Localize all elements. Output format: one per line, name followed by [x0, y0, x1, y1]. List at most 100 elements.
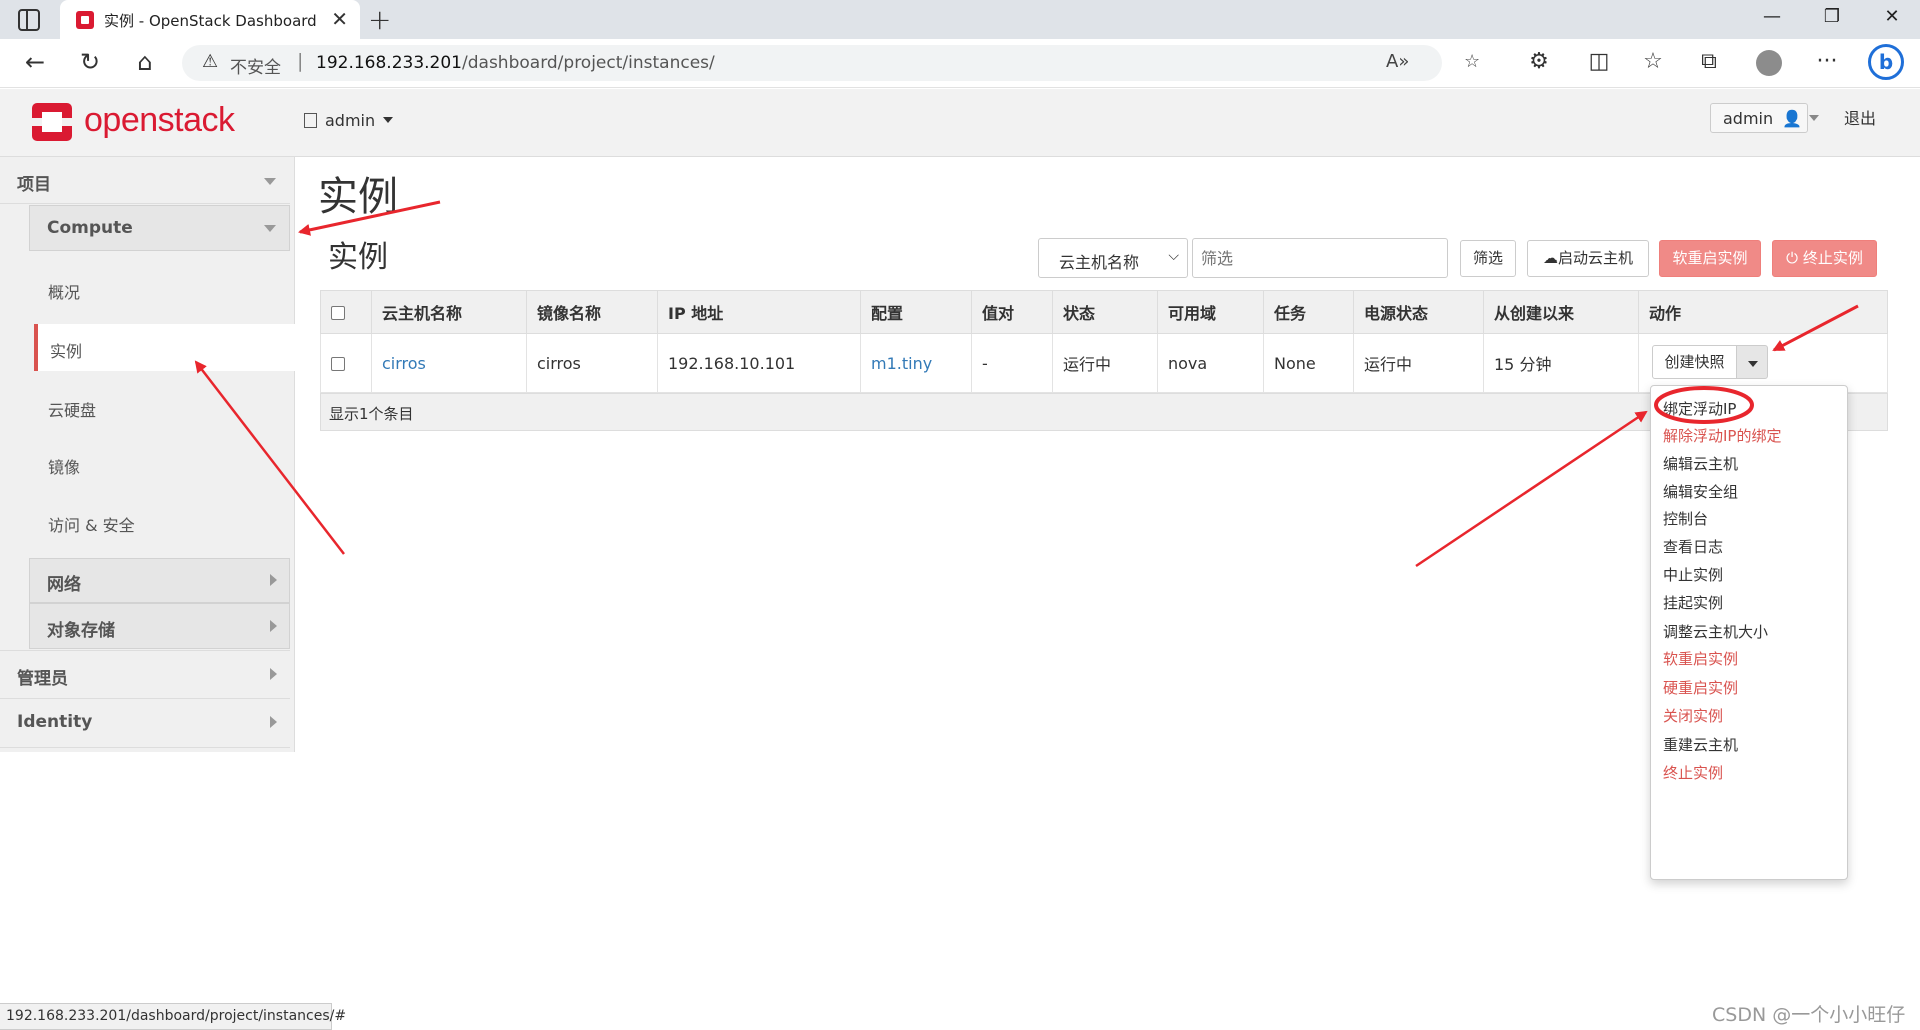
- page-title: 实例: [318, 174, 398, 220]
- sidebar-item-images[interactable]: 镜像: [48, 454, 80, 478]
- openstack-logo-text[interactable]: openstack: [84, 101, 235, 140]
- sidebar-project-label: 项目: [17, 175, 51, 195]
- menu-item-associate-floating-ip[interactable]: 绑定浮动IP: [1663, 398, 1736, 419]
- select-all-cell: [320, 290, 372, 334]
- col-keypair[interactable]: 值对: [971, 290, 1053, 334]
- url-path: /dashboard/project/instances/: [462, 53, 715, 73]
- sidebar-item-access-security[interactable]: 访问 & 安全: [48, 512, 135, 536]
- instance-name-link[interactable]: cirros: [382, 354, 426, 373]
- cell-status: 运行中: [1052, 333, 1158, 393]
- url-separator: |: [297, 50, 304, 72]
- filter-button[interactable]: 筛选: [1460, 240, 1516, 277]
- sidebar-project[interactable]: 项目: [0, 157, 290, 204]
- watermark: CSDN @一个小小旺仔: [1712, 1004, 1906, 1026]
- select-all-checkbox[interactable]: [331, 306, 345, 320]
- create-snapshot-button[interactable]: 创建快照: [1652, 345, 1737, 379]
- launch-instance-button[interactable]: ☁启动云主机: [1527, 240, 1649, 277]
- chevron-right-icon: [270, 668, 277, 680]
- sidebar-object-storage-label: 对象存储: [47, 621, 115, 641]
- col-age[interactable]: 从创建以来: [1483, 290, 1639, 334]
- user-menu[interactable]: admin 👤: [1710, 103, 1820, 133]
- menu-item-edit-instance[interactable]: 编辑云主机: [1663, 453, 1738, 474]
- more-icon[interactable]: ···: [1812, 49, 1842, 74]
- openstack-favicon-icon: [76, 11, 94, 29]
- logout-link[interactable]: 退出: [1844, 105, 1876, 129]
- new-tab-icon[interactable]: +: [368, 3, 391, 36]
- menu-item-soft-reboot[interactable]: 软重启实例: [1663, 648, 1738, 669]
- sidebar-identity[interactable]: Identity: [0, 699, 290, 748]
- sidebar-object-storage[interactable]: 对象存储: [29, 603, 290, 649]
- sidebar-network[interactable]: 网络: [29, 558, 290, 603]
- browser-tab[interactable]: 实例 - OpenStack Dashboard ✕: [60, 0, 360, 39]
- sidebar-item-instances[interactable]: 实例: [50, 338, 82, 362]
- chevron-down-icon: [1748, 361, 1758, 367]
- chevron-down-icon: [264, 178, 276, 185]
- col-image[interactable]: 镜像名称: [526, 290, 658, 334]
- url-text[interactable]: 192.168.233.201/dashboard/project/instan…: [316, 53, 715, 73]
- extensions-icon[interactable]: ⚙: [1524, 49, 1554, 74]
- soft-reboot-button[interactable]: 软重启实例: [1659, 240, 1761, 277]
- actions-dropdown-toggle[interactable]: [1736, 345, 1768, 379]
- cell-ip: 192.168.10.101: [657, 333, 861, 393]
- terminate-label: 终止实例: [1802, 249, 1863, 267]
- cell-power: 运行中: [1353, 333, 1484, 393]
- col-zone[interactable]: 可用域: [1157, 290, 1264, 334]
- col-power[interactable]: 电源状态: [1353, 290, 1484, 334]
- collections-icon[interactable]: ⧉: [1694, 49, 1724, 74]
- user-icon: 👤: [1782, 109, 1803, 128]
- reload-icon[interactable]: ↻: [75, 48, 105, 76]
- menu-item-terminate[interactable]: 终止实例: [1663, 762, 1723, 783]
- sidebar: 项目 Compute 概况 实例 云硬盘 镜像 访问 & 安全 网络 对象存储 …: [0, 157, 296, 752]
- filter-field-select[interactable]: 云主机名称 ⌵: [1038, 238, 1188, 278]
- warning-icon[interactable]: ⚠: [202, 51, 218, 72]
- sidebar-compute-label: Compute: [47, 218, 133, 238]
- col-flavor[interactable]: 配置: [860, 290, 972, 334]
- tab-actions-icon[interactable]: [18, 9, 40, 31]
- close-window-icon[interactable]: ✕: [1872, 6, 1912, 27]
- sidebar-item-volumes[interactable]: 云硬盘: [48, 397, 96, 421]
- cell-task: None: [1263, 333, 1354, 393]
- menu-item-view-log[interactable]: 查看日志: [1663, 536, 1723, 557]
- openstack-logo-icon[interactable]: [30, 101, 74, 143]
- menu-item-pause[interactable]: 中止实例: [1663, 564, 1723, 585]
- col-name[interactable]: 云主机名称: [371, 290, 527, 334]
- sidebar-admin[interactable]: 管理员: [0, 650, 290, 699]
- menu-item-rebuild[interactable]: 重建云主机: [1663, 734, 1738, 755]
- read-aloud-icon[interactable]: A»: [1386, 51, 1409, 72]
- menu-item-hard-reboot[interactable]: 硬重启实例: [1663, 677, 1738, 698]
- sidebar-admin-label: 管理员: [17, 669, 68, 689]
- menu-item-resize[interactable]: 调整云主机大小: [1663, 621, 1768, 642]
- back-icon[interactable]: ←: [20, 48, 50, 76]
- profile-icon[interactable]: [1756, 50, 1782, 76]
- chevron-right-icon: [270, 574, 277, 586]
- flavor-link[interactable]: m1.tiny: [871, 354, 932, 373]
- split-screen-icon[interactable]: ◫: [1584, 49, 1614, 74]
- chevron-down-icon: [264, 225, 276, 232]
- menu-item-suspend[interactable]: 挂起实例: [1663, 592, 1723, 613]
- menu-item-edit-security-groups[interactable]: 编辑安全组: [1663, 481, 1738, 502]
- maximize-icon[interactable]: ❐: [1812, 6, 1852, 27]
- filter-input[interactable]: [1192, 238, 1448, 278]
- menu-item-console[interactable]: 控制台: [1663, 508, 1708, 529]
- cell-age: 15 分钟: [1483, 333, 1639, 393]
- cell-name: cirros: [371, 333, 527, 393]
- sidebar-compute[interactable]: Compute: [29, 205, 290, 251]
- minimize-icon[interactable]: —: [1752, 6, 1792, 27]
- add-favorite-icon[interactable]: ☆: [1464, 51, 1480, 72]
- menu-item-shut-off[interactable]: 关闭实例: [1663, 705, 1723, 726]
- terminate-button[interactable]: ⏻ 终止实例: [1772, 240, 1877, 277]
- menu-item-disassociate-floating-ip[interactable]: 解除浮动IP的绑定: [1663, 425, 1781, 446]
- col-ip[interactable]: IP 地址: [657, 290, 861, 334]
- col-status[interactable]: 状态: [1052, 290, 1158, 334]
- close-tab-icon[interactable]: ✕: [331, 7, 348, 31]
- row-checkbox[interactable]: [331, 357, 345, 371]
- col-task[interactable]: 任务: [1263, 290, 1354, 334]
- cell-image: cirros: [526, 333, 658, 393]
- project-menu[interactable]: admin: [304, 111, 394, 130]
- sidebar-item-overview[interactable]: 概况: [48, 279, 80, 303]
- home-icon[interactable]: ⌂: [130, 48, 160, 76]
- address-bar[interactable]: ⚠ 不安全 | 192.168.233.201/dashboard/projec…: [182, 45, 1480, 81]
- favorites-icon[interactable]: ☆: [1638, 49, 1668, 74]
- insecure-label[interactable]: 不安全: [230, 53, 281, 78]
- bing-icon[interactable]: b: [1868, 44, 1904, 80]
